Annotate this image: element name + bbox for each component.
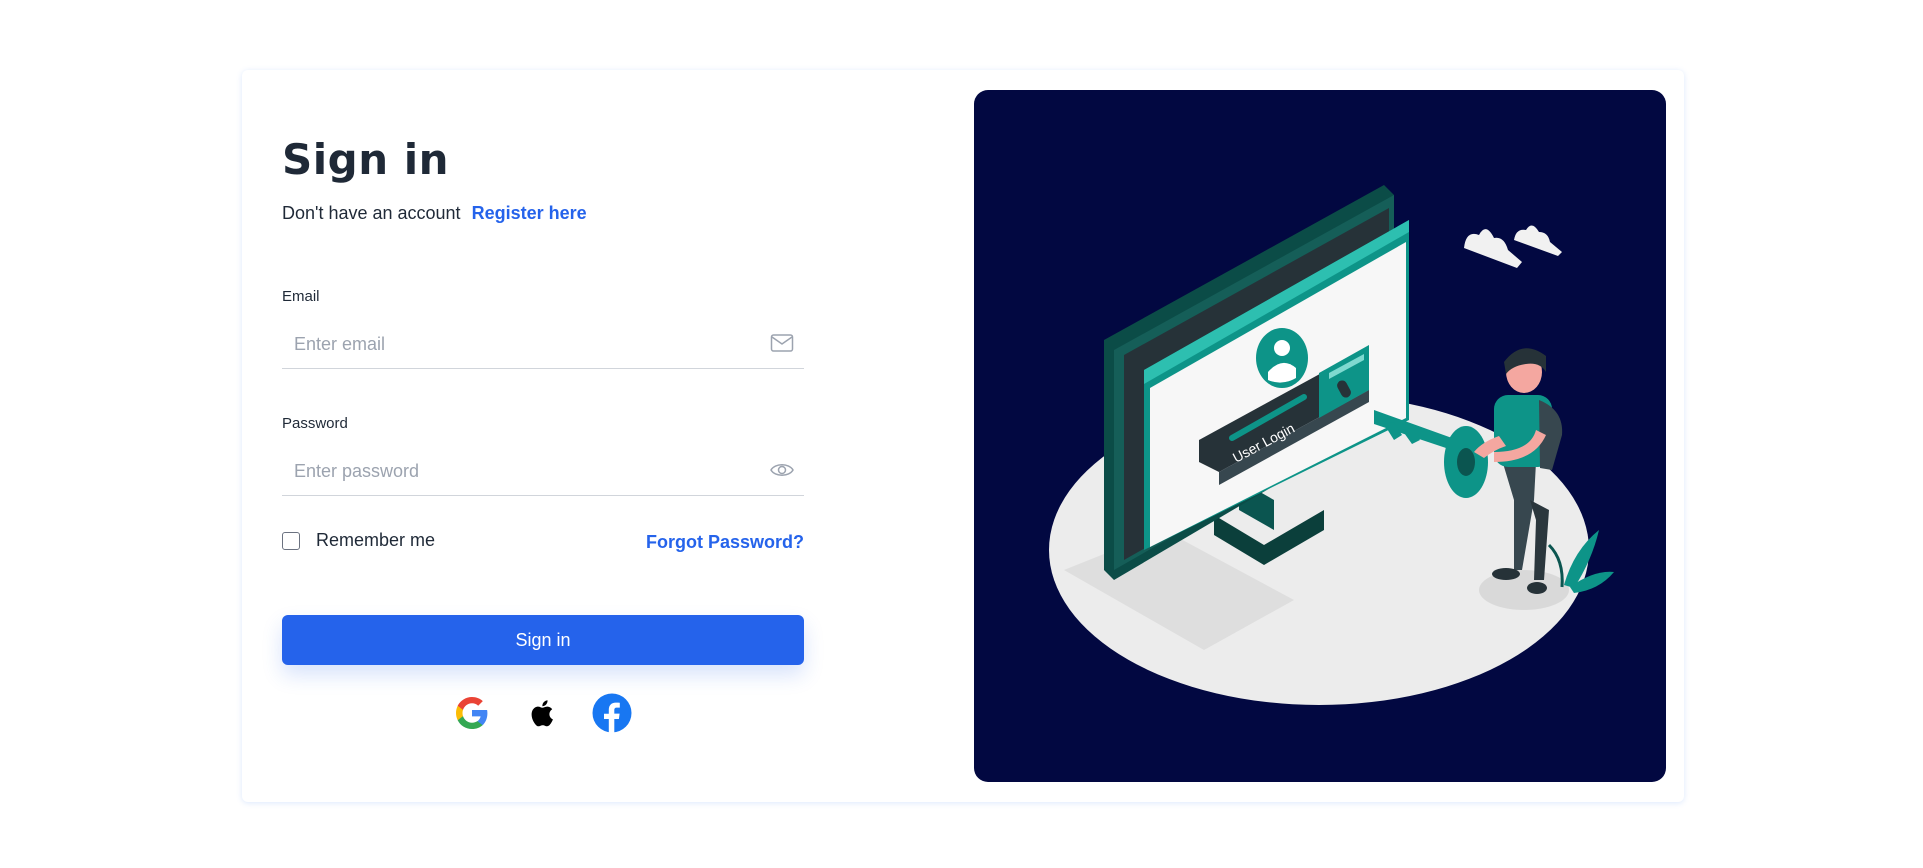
eye-icon[interactable] (770, 459, 794, 481)
password-input[interactable] (292, 457, 736, 485)
login-illustration: User Login (974, 90, 1666, 782)
page-title: Sign in (282, 135, 450, 184)
apple-icon[interactable] (522, 693, 562, 733)
signin-card: Sign in Don't have an account Register h… (242, 70, 1684, 802)
cloud-right (1514, 225, 1562, 256)
remember-label: Remember me (316, 530, 436, 550)
password-field-wrapper (282, 445, 804, 496)
email-field-wrapper (282, 318, 804, 369)
register-prompt: Don't have an account Register here (282, 203, 587, 224)
cloud-left (1464, 229, 1522, 268)
google-icon[interactable] (452, 693, 492, 733)
forgot-password-link[interactable]: Forgot Password? (646, 532, 804, 553)
email-input[interactable] (292, 330, 736, 358)
illustration-graphic: User Login (1049, 185, 1614, 705)
remember-me: Remember me (282, 530, 435, 551)
email-label: Email (282, 288, 320, 305)
password-label: Password (282, 415, 348, 432)
facebook-icon[interactable] (592, 693, 632, 733)
signin-button[interactable]: Sign in (282, 615, 804, 665)
mail-icon (770, 334, 794, 352)
no-account-text: Don't have an account (282, 203, 461, 223)
remember-checkbox[interactable] (282, 531, 300, 550)
social-login (452, 693, 632, 733)
register-link[interactable]: Register here (472, 203, 587, 223)
